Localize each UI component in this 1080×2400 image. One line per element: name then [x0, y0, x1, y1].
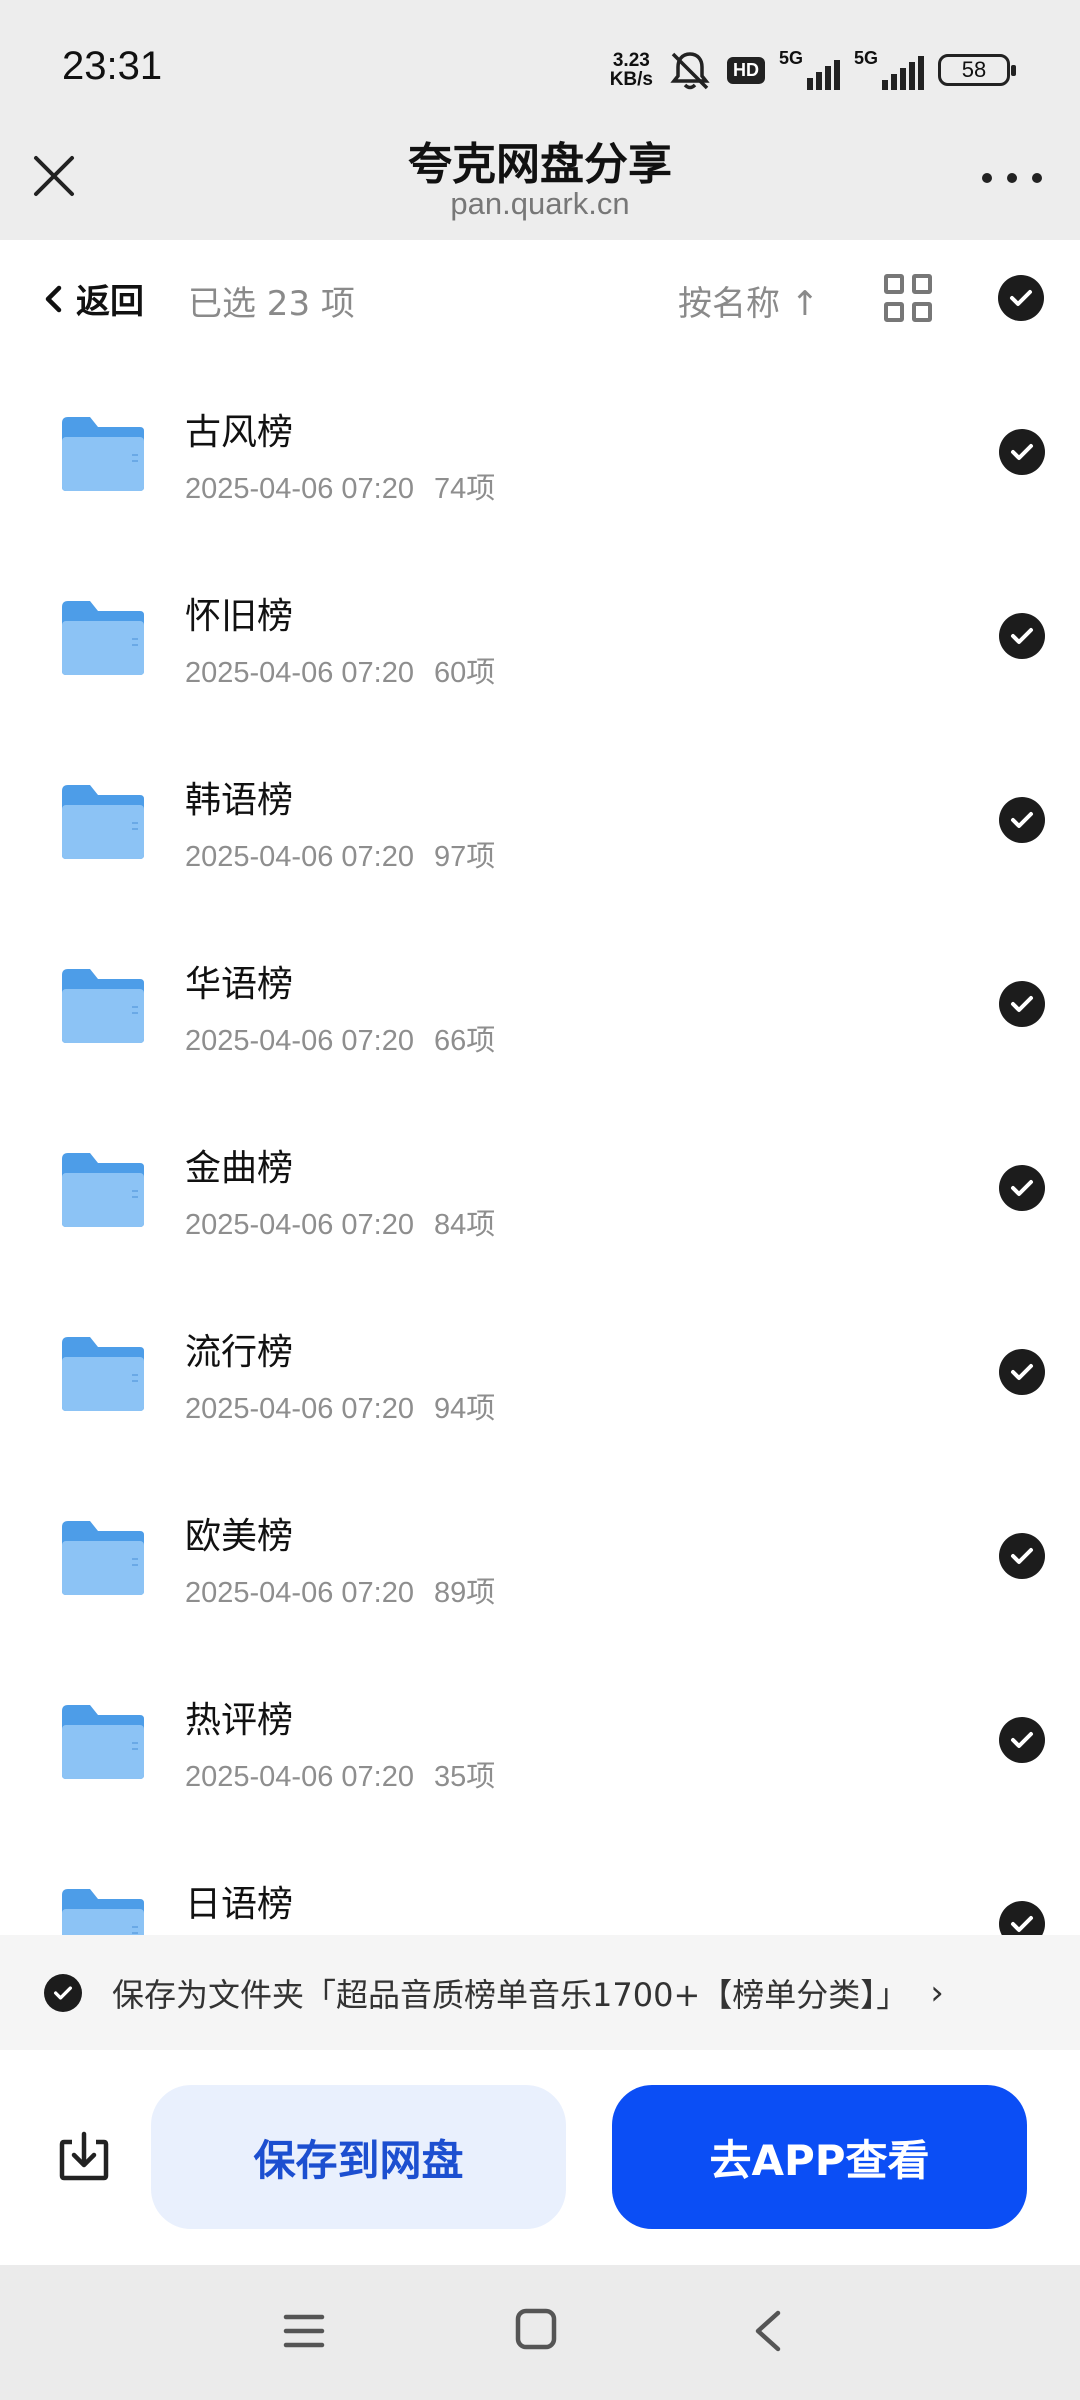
hd-icon: HD [727, 56, 765, 84]
check-icon [1011, 628, 1033, 644]
list-item[interactable]: 怀旧榜 2025-04-06 07:20 60项 [0, 539, 1080, 723]
check-icon [1011, 812, 1033, 828]
file-meta: 2025-04-06 07:20 60项 [185, 657, 496, 689]
file-name: 热评榜 [185, 1700, 294, 1741]
folder-icon [62, 1889, 144, 1935]
row-checkbox[interactable] [999, 1533, 1045, 1579]
check-icon [1011, 1180, 1033, 1196]
check-icon [1011, 444, 1033, 460]
check-icon [1011, 1548, 1033, 1564]
check-icon [1010, 290, 1032, 306]
row-checkbox[interactable] [999, 1717, 1045, 1763]
chevron-right-icon: › [930, 1972, 944, 2013]
file-name: 金曲榜 [185, 1148, 294, 1189]
save-folder-banner[interactable]: 保存为文件夹「超品音质榜单音乐1700+【榜单分类】」 › [0, 1935, 1080, 2050]
dot-icon [982, 173, 992, 183]
signal-icon: 5G [854, 48, 924, 90]
folder-icon [62, 1521, 144, 1595]
check-icon [1011, 1916, 1033, 1932]
file-list: 古风榜 2025-04-06 07:20 74项 怀旧榜 2025-04-06 0… [0, 355, 1080, 1935]
download-icon[interactable] [56, 2128, 112, 2184]
battery-icon: 58 [938, 54, 1016, 86]
save-to-drive-button[interactable]: 保存到网盘 [151, 2085, 566, 2229]
folder-icon [62, 969, 144, 1043]
list-item[interactable]: 金曲榜 2025-04-06 07:20 84项 [0, 1091, 1080, 1275]
list-item[interactable]: 韩语榜 2025-04-06 07:20 97项 [0, 723, 1080, 907]
file-meta: 2025-04-06 07:20 66项 [185, 1025, 496, 1057]
row-checkbox[interactable] [999, 797, 1045, 843]
system-nav-bar [0, 2265, 1080, 2400]
folder-icon [62, 785, 144, 859]
status-icons: 3.23 KB/s HD 5G 5G 58 [609, 48, 1016, 92]
check-icon [1011, 996, 1033, 1012]
back-label: 返回 [76, 282, 144, 322]
folder-icon [62, 1705, 144, 1779]
title-bar: 夸克网盘分享 pan.quark.cn [0, 139, 1080, 240]
check-icon [54, 1985, 73, 2000]
selected-count: 已选 23 项 [188, 284, 355, 324]
selection-toolbar: 返回 已选 23 项 按名称 ↑ [0, 240, 1080, 355]
grid-view-icon[interactable] [884, 274, 932, 322]
dot-icon [1032, 173, 1042, 183]
file-meta: 2025-04-06 07:20 89项 [185, 1577, 496, 1609]
list-item[interactable]: 华语榜 2025-04-06 07:20 66项 [0, 907, 1080, 1091]
row-checkbox[interactable] [999, 1349, 1045, 1395]
file-name: 欧美榜 [185, 1516, 294, 1557]
list-item[interactable]: 古风榜 2025-04-06 07:20 74项 [0, 355, 1080, 539]
save-folder-text: 保存为文件夹「超品音质榜单音乐1700+【榜单分类】」 [112, 1975, 909, 2014]
list-item[interactable]: 欧美榜 2025-04-06 07:20 89项 [0, 1459, 1080, 1643]
file-name: 古风榜 [185, 412, 294, 453]
back-button[interactable]: 返回 [44, 274, 144, 323]
menu-icon[interactable] [282, 2309, 326, 2353]
row-checkbox[interactable] [999, 1901, 1045, 1935]
file-name: 华语榜 [185, 964, 294, 1005]
page-title: 夸克网盘分享 [408, 139, 672, 190]
status-bar: 23:31 3.23 KB/s HD 5G 5G 58 [0, 0, 1080, 140]
row-checkbox[interactable] [999, 613, 1045, 659]
signal-icon: 5G [779, 48, 840, 90]
folder-icon [62, 1153, 144, 1227]
sort-button[interactable]: 按名称 ↑ [678, 276, 819, 325]
folder-icon [62, 601, 144, 675]
status-time: 23:31 [62, 44, 163, 88]
net-speed: 3.23 KB/s [609, 50, 653, 90]
list-item[interactable]: 日语榜 [0, 1827, 1080, 1935]
file-meta: 2025-04-06 07:20 94项 [185, 1393, 496, 1425]
save-folder-checkbox[interactable] [44, 1973, 82, 2012]
dot-icon [1007, 173, 1017, 183]
file-name: 日语榜 [185, 1884, 294, 1925]
bottom-action-bar: 保存到网盘 去APP查看 [0, 2050, 1080, 2265]
file-name: 韩语榜 [185, 780, 294, 821]
bell-muted-icon [670, 52, 710, 90]
file-meta: 2025-04-06 07:20 74项 [185, 473, 496, 505]
list-item[interactable]: 流行榜 2025-04-06 07:20 94项 [0, 1275, 1080, 1459]
file-meta: 2025-04-06 07:20 84项 [185, 1209, 496, 1241]
list-item[interactable]: 热评榜 2025-04-06 07:20 35项 [0, 1643, 1080, 1827]
row-checkbox[interactable] [999, 981, 1045, 1027]
row-checkbox[interactable] [999, 429, 1045, 475]
home-icon[interactable] [514, 2307, 558, 2351]
check-icon [1011, 1364, 1033, 1380]
select-all-checkbox[interactable] [998, 275, 1044, 321]
back-icon[interactable] [748, 2307, 788, 2355]
chevron-left-icon [45, 285, 62, 312]
file-meta: 2025-04-06 07:20 35项 [185, 1761, 496, 1793]
file-meta: 2025-04-06 07:20 97项 [185, 841, 496, 873]
folder-icon [62, 417, 144, 491]
check-icon [1011, 1732, 1033, 1748]
file-name: 流行榜 [185, 1332, 294, 1373]
open-in-app-button[interactable]: 去APP查看 [612, 2085, 1027, 2229]
row-checkbox[interactable] [999, 1165, 1045, 1211]
folder-icon [62, 1337, 144, 1411]
page-url: pan.quark.cn [450, 186, 630, 221]
more-menu-button[interactable] [982, 166, 1042, 190]
file-name: 怀旧榜 [185, 596, 294, 637]
